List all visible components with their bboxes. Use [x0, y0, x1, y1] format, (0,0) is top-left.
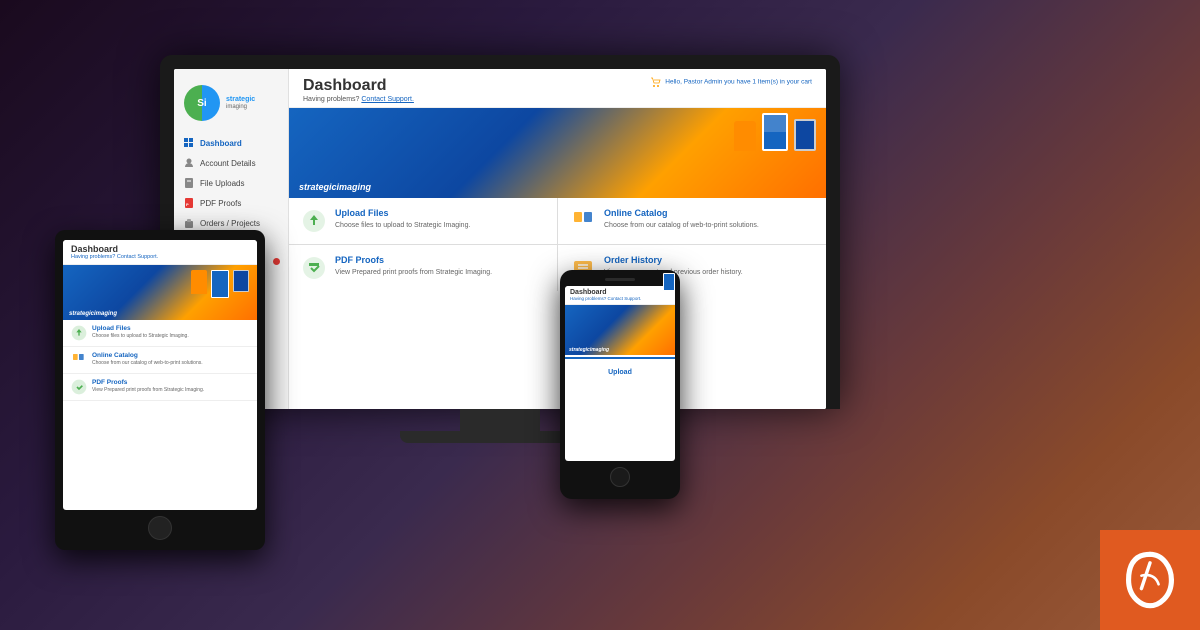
- phone-subtitle: Having problems? Contact Support.: [570, 296, 670, 301]
- pdf-icon: P: [184, 198, 194, 208]
- tablet-pdf-icon: [71, 379, 87, 395]
- sidebar-item-account[interactable]: Account Details: [174, 153, 288, 173]
- card-upload-desc: Choose files to upload to Strategic Imag…: [335, 221, 470, 231]
- phone-speaker: [605, 278, 635, 281]
- phone-device: Dashboard Having problems? Contact Suppo…: [560, 270, 680, 499]
- tablet-screen: Dashboard Having problems? Contact Suppo…: [63, 240, 257, 510]
- sidebar-item-file-uploads[interactable]: File Uploads: [174, 173, 288, 193]
- banner-book2: [794, 119, 816, 151]
- user-icon: [184, 158, 194, 168]
- contact-support-link[interactable]: Contact Support.: [361, 96, 414, 103]
- app-main-content: Dashboard Having problems? Contact Suppo…: [289, 69, 826, 409]
- card-proofs-title: PDF Proofs: [335, 255, 492, 265]
- banner-book: [762, 113, 788, 151]
- sidebar-item-dashboard[interactable]: Dashboard: [174, 133, 288, 153]
- sidebar-item-label: Dashboard: [200, 139, 242, 148]
- cart-info: Hello, Pastor Admin you have 1 Item(s) i…: [651, 77, 812, 87]
- tablet-subtitle: Having problems? Contact Support.: [71, 254, 249, 260]
- banner-decorations: [734, 113, 816, 151]
- page-title: Dashboard: [303, 77, 414, 95]
- tablet-card-pdf-desc: View Prepared print proofs from Strategi…: [92, 387, 204, 393]
- phone-bezel: Dashboard Having problems? Contact Suppo…: [560, 270, 680, 499]
- card-catalog-title: Online Catalog: [604, 208, 759, 218]
- tablet-support-link[interactable]: Contact Support.: [117, 254, 158, 260]
- tablet-home-button[interactable]: [148, 516, 172, 540]
- phone-book: [663, 286, 675, 291]
- tablet-banner-items: [191, 270, 249, 298]
- pdf-proof-icon: [302, 256, 326, 280]
- tablet-upload-icon: [71, 325, 87, 341]
- app-header: Dashboard Having problems? Contact Suppo…: [289, 69, 826, 108]
- tablet-banner: strategicimaging: [63, 265, 257, 320]
- banner-figure: [734, 121, 756, 151]
- catalog-icon-wrap: [570, 208, 596, 234]
- tablet-figure: [191, 270, 207, 294]
- logo-text: strategic imaging: [226, 95, 255, 112]
- phone-upload-button[interactable]: Upload: [565, 357, 675, 386]
- monitor-stand-neck: [460, 409, 540, 431]
- tablet-card-catalog-desc: Choose from our catalog of web-to-print …: [92, 360, 203, 366]
- pdf-proof-icon-wrap: [301, 255, 327, 281]
- monitor-screen: Si strategic imaging Dashboard: [174, 69, 826, 409]
- catalog-icon: [571, 209, 595, 233]
- phone-support-link[interactable]: Contact Support.: [608, 296, 642, 301]
- tablet-card-upload-title: Upload Files: [92, 325, 189, 332]
- box-icon: [184, 218, 194, 228]
- sidebar-item-label: Orders / Projects: [200, 219, 260, 228]
- logo-circle: Si: [184, 85, 220, 121]
- sidebar-item-pdf-proofs[interactable]: P PDF Proofs: [174, 193, 288, 213]
- card-pdf-proofs[interactable]: PDF Proofs View Prepared print proofs fr…: [289, 245, 557, 291]
- tablet-book: [211, 270, 229, 298]
- card-upload-files[interactable]: Upload Files Choose files to upload to S…: [289, 198, 557, 244]
- app-logo: Si strategic imaging: [174, 77, 288, 133]
- banner-brand-text: strategicimaging: [299, 182, 371, 192]
- cart-icon: [651, 77, 661, 87]
- phone-app-header: Dashboard Having problems? Contact Suppo…: [565, 286, 675, 305]
- promo-banner: strategicimaging: [289, 108, 826, 198]
- upload-icon-wrap: [301, 208, 327, 234]
- tablet-card-pdf-title: PDF Proofs: [92, 379, 204, 386]
- tablet-bezel: Dashboard Having problems? Contact Suppo…: [55, 230, 265, 550]
- tablet-page-title: Dashboard: [71, 244, 249, 254]
- card-online-catalog[interactable]: Online Catalog Choose from our catalog o…: [558, 198, 826, 244]
- card-proofs-desc: View Prepared print proofs from Strategi…: [335, 268, 492, 278]
- notification-badge: [273, 258, 280, 265]
- upload-icon: [302, 209, 326, 233]
- sidebar-item-label: PDF Proofs: [200, 199, 241, 208]
- dashboard-cards: Upload Files Choose files to upload to S…: [289, 198, 826, 291]
- sidebar-item-label: File Uploads: [200, 179, 244, 188]
- tablet-card-upload-desc: Choose files to upload to Strategic Imag…: [92, 333, 189, 339]
- phone-banner-text: strategicimaging: [569, 347, 609, 353]
- phone-home-button[interactable]: [610, 467, 630, 487]
- tablet-card-upload[interactable]: Upload Files Choose files to upload to S…: [63, 320, 257, 347]
- page-subtitle: Having problems? Contact Support.: [303, 96, 414, 103]
- tablet-app-header: Dashboard Having problems? Contact Suppo…: [63, 240, 257, 265]
- tablet-card-pdf[interactable]: PDF Proofs View Prepared print proofs fr…: [63, 374, 257, 401]
- tablet-catalog-icon: [71, 352, 87, 368]
- tablet-card-catalog[interactable]: Online Catalog Choose from our catalog o…: [63, 347, 257, 374]
- tablet-card-catalog-title: Online Catalog: [92, 352, 203, 359]
- tablet-book2: [233, 270, 249, 292]
- phone-banner-items: [663, 286, 675, 291]
- phone-banner: strategicimaging: [565, 305, 675, 355]
- tablet-device: Dashboard Having problems? Contact Suppo…: [55, 230, 265, 550]
- phone-page-title: Dashboard: [570, 289, 670, 296]
- tablet-cards: Upload Files Choose files to upload to S…: [63, 320, 257, 401]
- card-upload-title: Upload Files: [335, 208, 470, 218]
- brand-logo-icon: [1120, 550, 1180, 610]
- card-catalog-desc: Choose from our catalog of web-to-print …: [604, 221, 759, 231]
- svg-text:P: P: [186, 202, 189, 207]
- sidebar-item-label: Account Details: [200, 159, 256, 168]
- grid-icon: [184, 138, 194, 148]
- phone-screen: Dashboard Having problems? Contact Suppo…: [565, 286, 675, 461]
- cart-link[interactable]: 1 Item(s) in your cart: [752, 79, 812, 86]
- tablet-banner-text: strategicimaging: [69, 311, 117, 317]
- brand-badge: [1100, 530, 1200, 630]
- file-icon: [184, 178, 194, 188]
- card-history-title: Order History: [604, 255, 743, 265]
